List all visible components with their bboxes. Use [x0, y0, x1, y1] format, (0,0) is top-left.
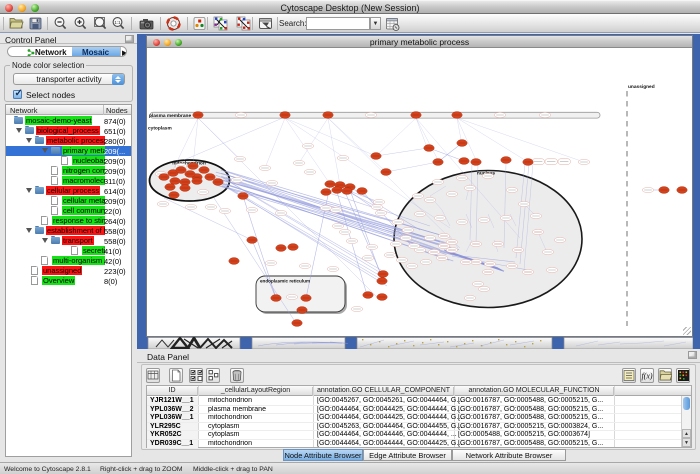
- svg-text:endoplasmic reticulum: endoplasmic reticulum: [260, 279, 310, 284]
- svg-text:unassigned: unassigned: [628, 84, 655, 90]
- svg-text:plasma membrane: plasma membrane: [149, 113, 191, 119]
- svg-text:1:1: 1:1: [114, 20, 121, 25]
- svg-text:f(x): f(x): [641, 372, 652, 381]
- svg-text:cytoplasm: cytoplasm: [148, 126, 172, 132]
